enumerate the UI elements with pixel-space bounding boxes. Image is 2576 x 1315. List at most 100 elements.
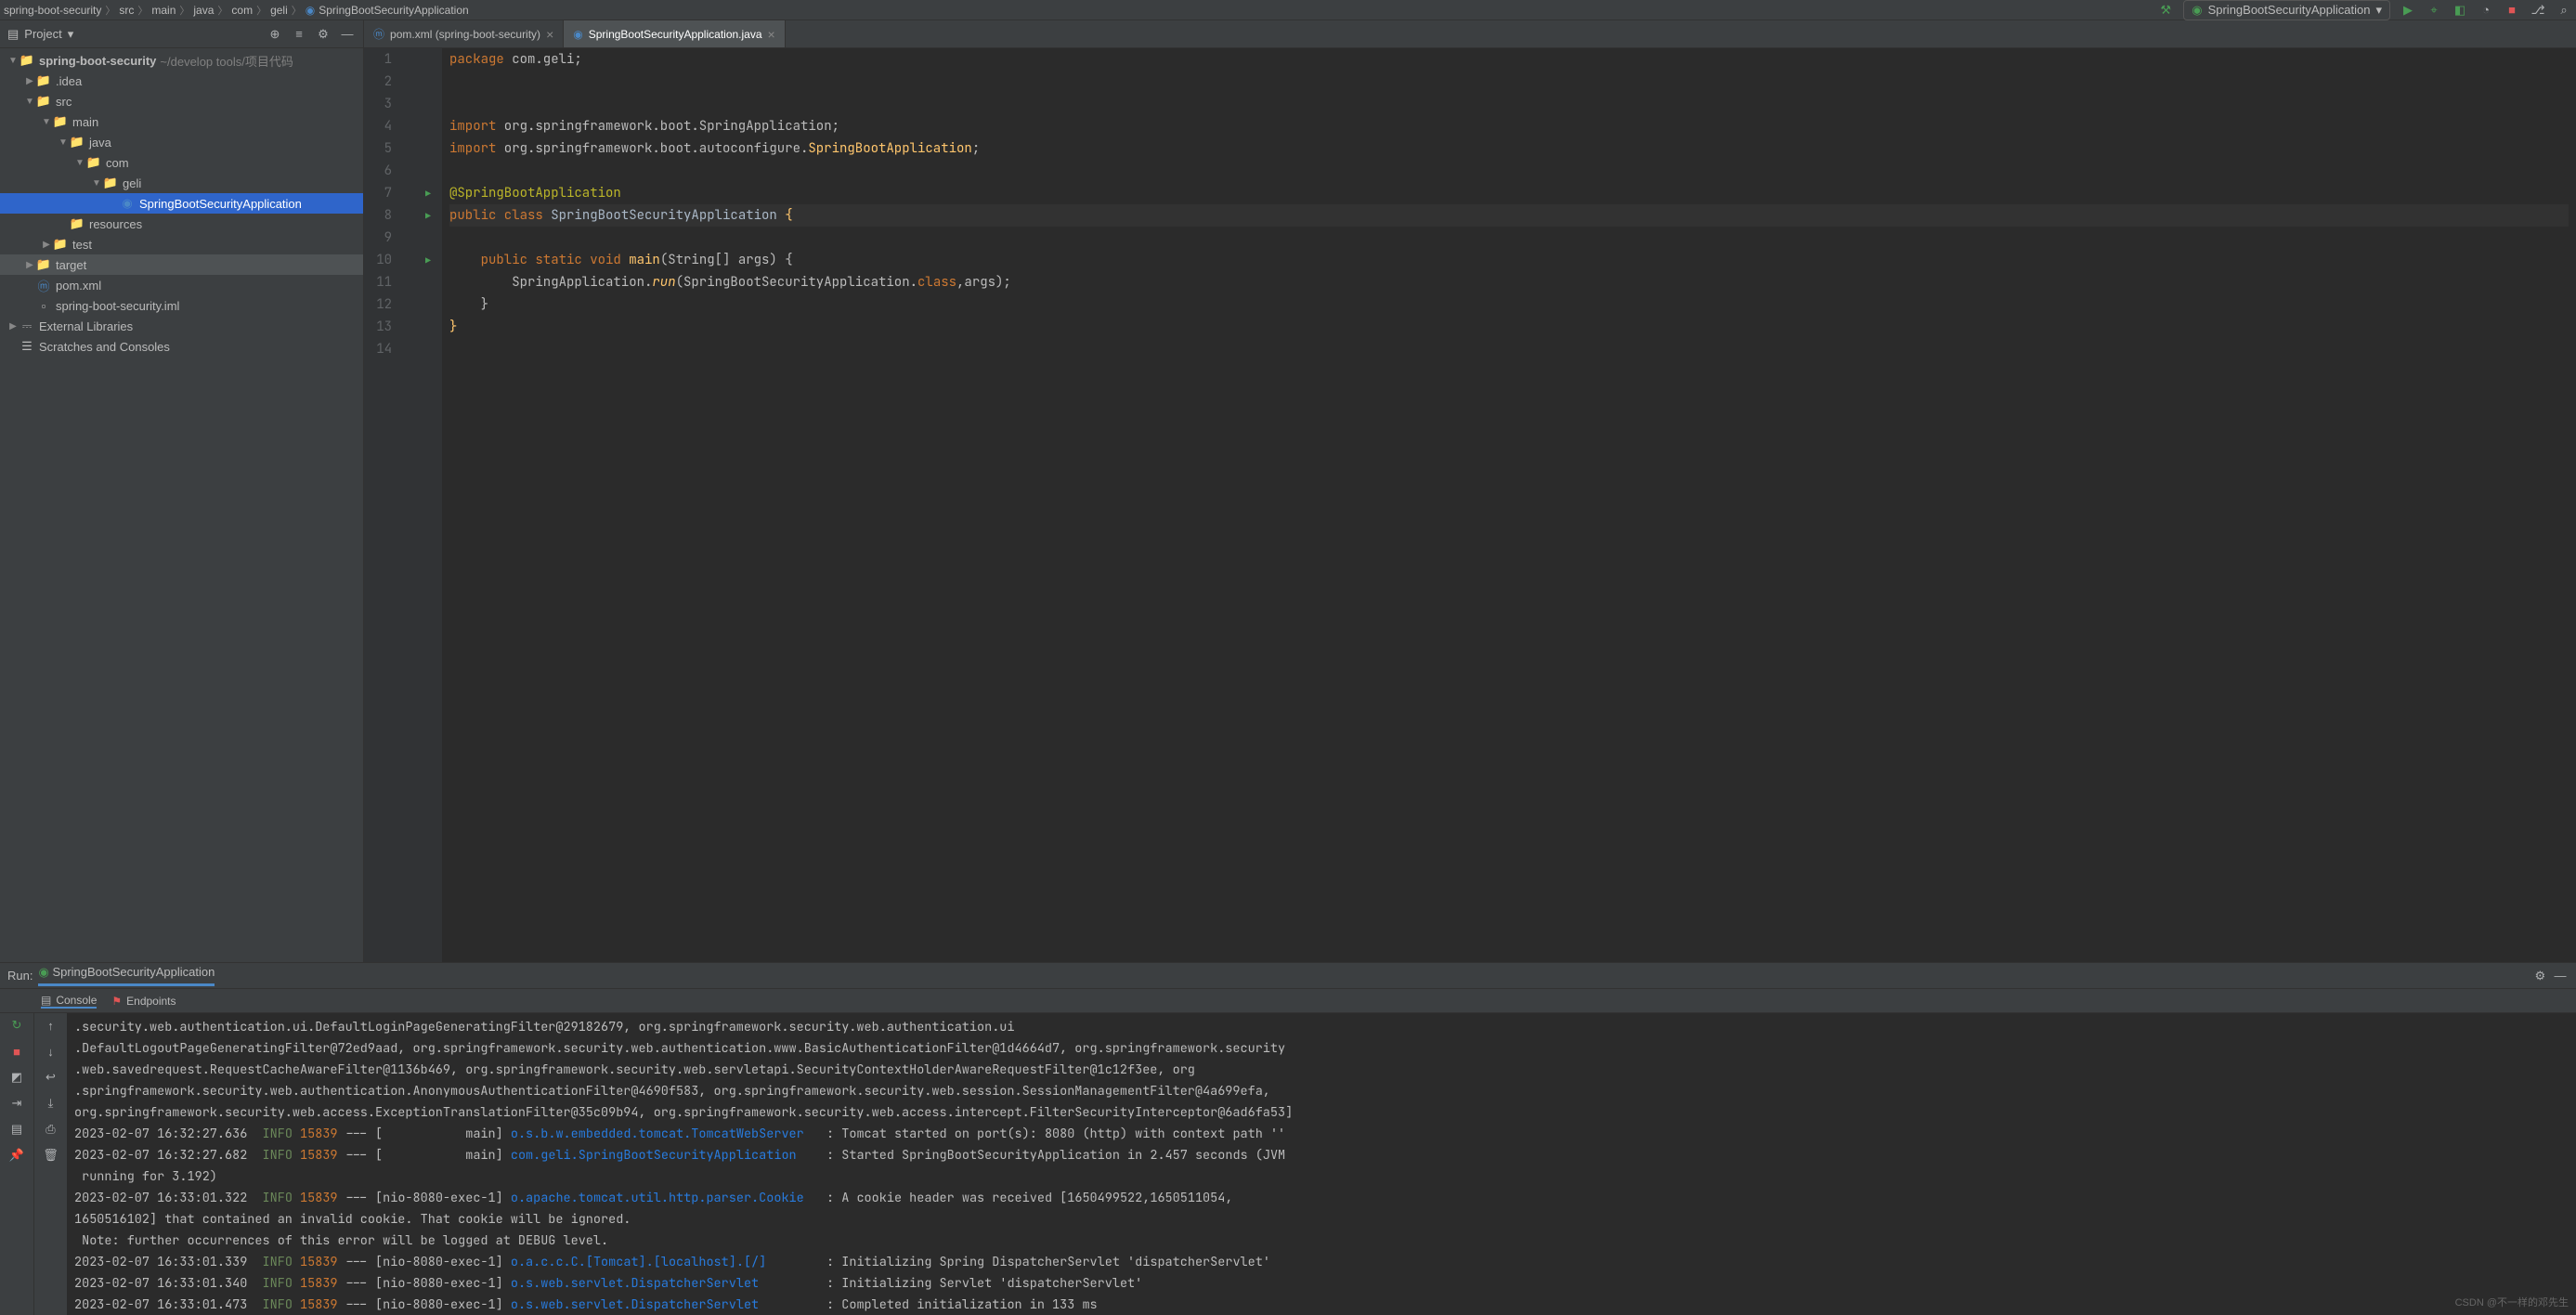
- tree-node[interactable]: ☰Scratches and Consoles: [0, 336, 363, 357]
- gear-icon[interactable]: ⚙: [2531, 968, 2548, 984]
- git-icon[interactable]: ⎇: [2530, 2, 2546, 19]
- code-line[interactable]: public class SpringBootSecurityApplicati…: [449, 204, 2569, 227]
- code-line[interactable]: [449, 71, 2569, 93]
- code-line[interactable]: [449, 160, 2569, 182]
- gutter-mark[interactable]: ▶: [410, 204, 431, 227]
- close-icon[interactable]: ×: [546, 27, 553, 42]
- tree-node[interactable]: 📁resources: [0, 214, 363, 234]
- editor-tab[interactable]: ⓜpom.xml (spring-boot-security)×: [364, 20, 564, 47]
- tree-arrow[interactable]: [74, 158, 85, 168]
- gutter-mark[interactable]: ▶: [410, 182, 431, 204]
- stop-icon[interactable]: ■: [8, 1043, 25, 1060]
- gutter-mark[interactable]: [410, 93, 431, 115]
- tree-node[interactable]: 📁main: [0, 111, 363, 132]
- tree-arrow[interactable]: [24, 76, 35, 86]
- gutter-mark[interactable]: [410, 316, 431, 338]
- code-line[interactable]: }: [449, 293, 2569, 316]
- tree-node[interactable]: ⎓External Libraries: [0, 316, 363, 336]
- gutter-mark[interactable]: [410, 137, 431, 160]
- wrap-icon[interactable]: ↩: [43, 1069, 59, 1086]
- tree-arrow[interactable]: [7, 56, 19, 66]
- run-config-tab[interactable]: ◉ SpringBootSecurityApplication: [38, 965, 215, 986]
- print-icon[interactable]: ⎙: [43, 1121, 59, 1138]
- close-icon[interactable]: ×: [768, 27, 775, 42]
- tree-arrow[interactable]: [24, 260, 35, 270]
- pin-icon[interactable]: 📌: [8, 1147, 25, 1164]
- profiler-icon[interactable]: ◔: [2478, 2, 2494, 19]
- minimize-icon[interactable]: —: [2552, 967, 2569, 983]
- project-title[interactable]: ▤ Project ▾: [7, 27, 73, 42]
- tree-arrow[interactable]: [58, 137, 69, 148]
- breadcrumb-item[interactable]: ◉SpringBootSecurityApplication: [306, 4, 469, 17]
- gutter-marks[interactable]: ▶▶▶: [403, 48, 442, 962]
- gutter-mark[interactable]: [410, 271, 431, 293]
- up-icon[interactable]: ↑: [43, 1017, 59, 1034]
- tree-node[interactable]: ▫spring-boot-security.iml: [0, 295, 363, 316]
- down-icon[interactable]: ↓: [43, 1043, 59, 1060]
- gutter-mark[interactable]: [410, 338, 431, 360]
- gutter-mark[interactable]: [410, 115, 431, 137]
- breadcrumb-item[interactable]: main: [151, 4, 176, 17]
- run-config-selector[interactable]: ◉ SpringBootSecurityApplication ▾: [2183, 0, 2390, 20]
- gutter-mark[interactable]: [410, 227, 431, 249]
- code-area[interactable]: package com.geli; import org.springframew…: [442, 48, 2576, 962]
- breadcrumb-item[interactable]: java: [193, 4, 214, 17]
- code-line[interactable]: @SpringBootApplication: [449, 182, 2569, 204]
- tree-node[interactable]: 📁com: [0, 152, 363, 173]
- tree-node[interactable]: 📁test: [0, 234, 363, 254]
- tree-arrow[interactable]: [91, 178, 102, 189]
- breadcrumb-item[interactable]: src: [119, 4, 134, 17]
- minimize-icon[interactable]: —: [339, 26, 356, 43]
- tree-node[interactable]: 📁target: [0, 254, 363, 275]
- breadcrumb-item[interactable]: com: [231, 4, 253, 17]
- breadcrumb-item[interactable]: geli: [270, 4, 288, 17]
- gutter-mark[interactable]: [410, 71, 431, 93]
- run-subtab[interactable]: ⚑Endpoints: [111, 995, 176, 1008]
- debug-icon[interactable]: ⌖: [2426, 2, 2442, 19]
- coverage-icon[interactable]: ◧: [2452, 2, 2468, 19]
- tree-node[interactable]: ◉SpringBootSecurityApplication: [0, 193, 363, 214]
- tree-node[interactable]: 📁.idea: [0, 71, 363, 91]
- layout-icon[interactable]: ▤: [8, 1121, 25, 1138]
- gutter-mark[interactable]: [410, 293, 431, 316]
- code-line[interactable]: [449, 338, 2569, 360]
- search-icon[interactable]: ⌕: [2556, 2, 2572, 19]
- expand-all-icon[interactable]: ≡: [291, 26, 307, 43]
- tree-arrow[interactable]: [41, 240, 52, 250]
- tree-node[interactable]: 📁java: [0, 132, 363, 152]
- tree-node[interactable]: 📁spring-boot-security~/develop tools/项目代…: [0, 50, 363, 71]
- gutter-mark[interactable]: ▶: [410, 249, 431, 271]
- tree-arrow[interactable]: [7, 321, 19, 332]
- editor-tab[interactable]: ◉SpringBootSecurityApplication.java×: [564, 20, 785, 47]
- select-opened-icon[interactable]: ⊕: [267, 26, 283, 43]
- rerun-icon[interactable]: ↻: [8, 1017, 25, 1034]
- run-subtab[interactable]: ▤Console: [41, 994, 97, 1009]
- trash-icon[interactable]: 🗑: [43, 1147, 59, 1164]
- hammer-icon[interactable]: ⚒: [2157, 2, 2174, 19]
- tree-node[interactable]: 📁geli: [0, 173, 363, 193]
- code-line[interactable]: public static void main(String[] args) {: [449, 249, 2569, 271]
- editor-body[interactable]: 1234567891011121314 ▶▶▶ package com.geli…: [364, 48, 2576, 962]
- gutter-mark[interactable]: [410, 48, 431, 71]
- gutter-mark[interactable]: [410, 160, 431, 182]
- code-line[interactable]: }: [449, 316, 2569, 338]
- scroll-end-icon[interactable]: ⤓: [43, 1095, 59, 1112]
- camera-icon[interactable]: ◩: [8, 1069, 25, 1086]
- console-output[interactable]: .security.web.authentication.ui.DefaultL…: [67, 1013, 2576, 1315]
- exit-icon[interactable]: ⇥: [8, 1095, 25, 1112]
- tree-node[interactable]: ⓜpom.xml: [0, 275, 363, 295]
- code-line[interactable]: package com.geli;: [449, 48, 2569, 71]
- gear-icon[interactable]: ⚙: [315, 26, 332, 43]
- stop-icon[interactable]: ■: [2504, 2, 2520, 19]
- code-line[interactable]: import org.springframework.boot.SpringAp…: [449, 115, 2569, 137]
- breadcrumb-item[interactable]: spring-boot-security: [4, 4, 101, 17]
- code-line[interactable]: import org.springframework.boot.autoconf…: [449, 137, 2569, 160]
- run-icon[interactable]: ▶: [2400, 2, 2416, 19]
- tree-arrow[interactable]: [24, 97, 35, 107]
- tree-node[interactable]: 📁src: [0, 91, 363, 111]
- tree-arrow[interactable]: [41, 117, 52, 127]
- code-line[interactable]: [449, 93, 2569, 115]
- code-line[interactable]: SpringApplication.run(SpringBootSecurity…: [449, 271, 2569, 293]
- project-tree[interactable]: 📁spring-boot-security~/develop tools/项目代…: [0, 48, 363, 962]
- code-line[interactable]: [449, 227, 2569, 249]
